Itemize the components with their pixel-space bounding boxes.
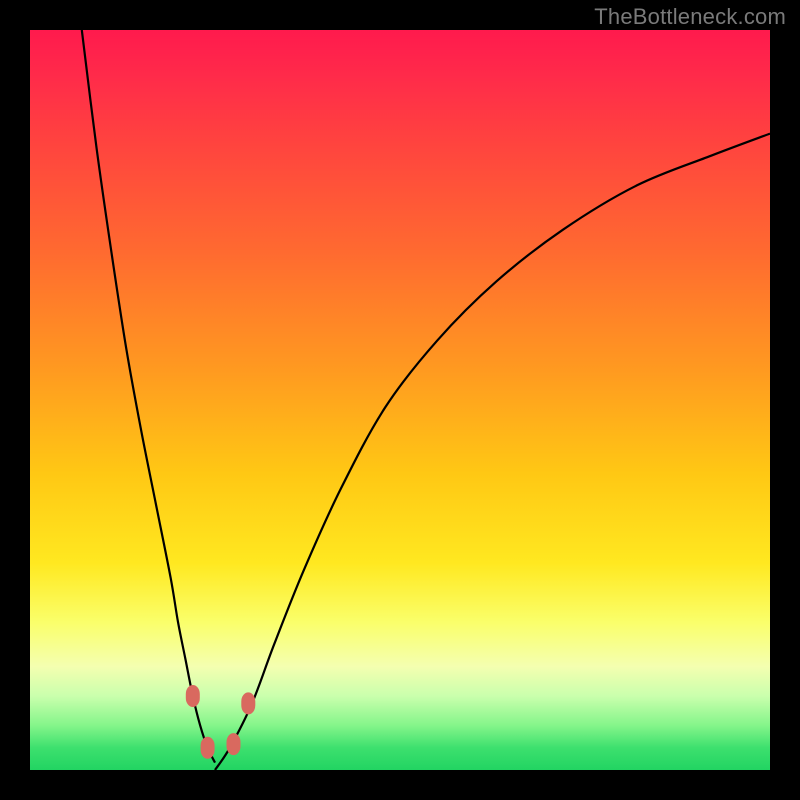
curve-right-branch [215,134,770,770]
marker-left-upper [186,685,200,707]
marker-group [186,685,256,759]
curve-left-branch [82,30,215,763]
marker-right-upper [241,692,255,714]
plot-area [30,30,770,770]
chart-frame: TheBottleneck.com [0,0,800,800]
marker-right-lower [227,733,241,755]
marker-left-lower [201,737,215,759]
watermark-text: TheBottleneck.com [594,4,786,30]
curve-layer [30,30,770,770]
